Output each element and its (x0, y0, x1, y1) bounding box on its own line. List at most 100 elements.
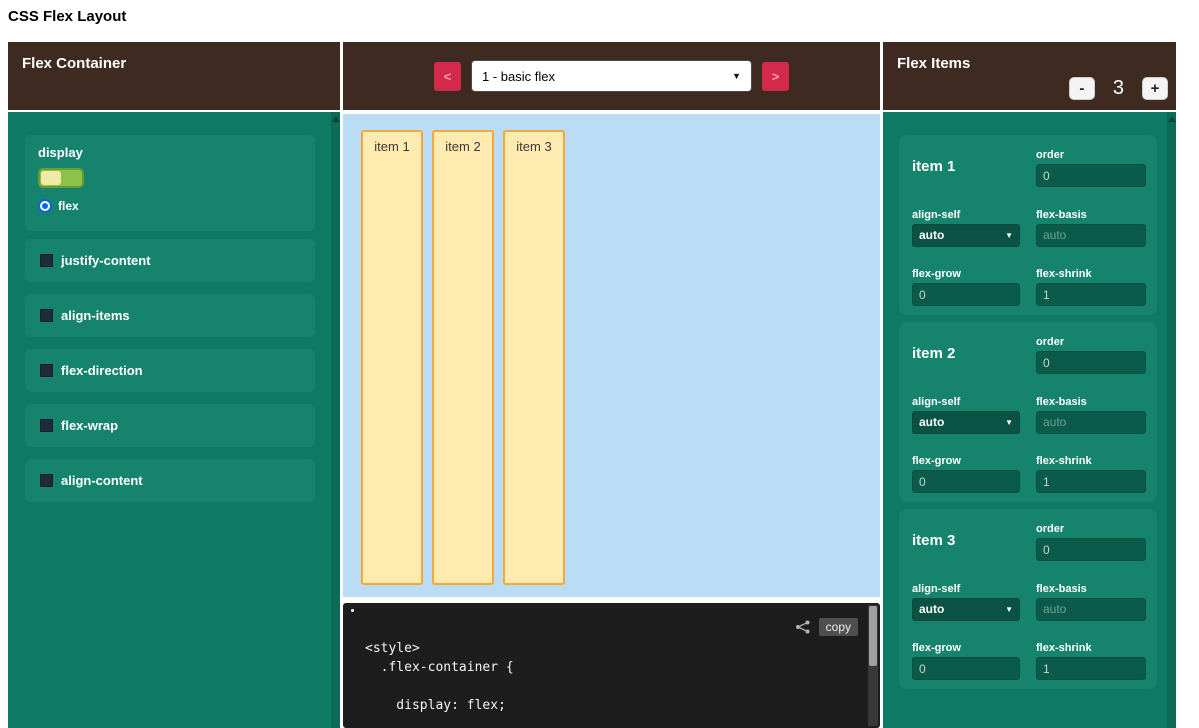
align-self-select[interactable]: auto ▼ (912, 598, 1020, 621)
item-title: item 3 (912, 532, 1020, 549)
flex-radio-label: flex (58, 199, 79, 213)
preview-item-3: item 3 (503, 130, 565, 585)
code-scrollbar-thumb[interactable] (869, 606, 877, 666)
property-label: flex-direction (61, 363, 143, 378)
order-label: order (1036, 336, 1146, 348)
align-self-select[interactable]: auto ▼ (912, 411, 1020, 434)
preview-item-2: item 2 (432, 130, 494, 585)
flex-shrink-input[interactable] (1036, 657, 1146, 680)
align-self-select[interactable]: auto ▼ (912, 224, 1020, 247)
flex-direction-checkbox[interactable] (40, 364, 53, 377)
flex-grow-field: flex-grow (912, 268, 1020, 315)
display-toggle[interactable] (38, 168, 84, 188)
align-items-checkbox[interactable] (40, 309, 53, 322)
flex-container-panel: Flex Container display flex justify-cont… (8, 42, 340, 728)
property-card-align-content: align-content (25, 459, 315, 502)
flex-basis-input[interactable] (1036, 224, 1146, 247)
order-field: order (1036, 523, 1146, 570)
code-block: <style> .flex-container { display: flex; (365, 639, 514, 715)
code-line: .flex-container { (365, 658, 514, 677)
example-nav-bar: < 1 - basic flex ▼ > (343, 42, 880, 110)
flex-basis-label: flex-basis (1036, 583, 1146, 595)
code-panel: copy <style> .flex-container { display: … (343, 603, 880, 728)
prev-example-button[interactable]: < (434, 62, 461, 91)
flex-grow-label: flex-grow (912, 642, 1020, 654)
flex-shrink-field: flex-shrink (1036, 642, 1146, 689)
remove-item-button[interactable]: - (1069, 77, 1095, 100)
align-self-label: align-self (912, 396, 1020, 408)
flex-items-panel: Flex Items - 3 + item 1 order align-self… (883, 42, 1176, 728)
flex-shrink-field: flex-shrink (1036, 455, 1146, 502)
order-field: order (1036, 149, 1146, 196)
next-example-button[interactable]: > (762, 62, 789, 91)
item-count: 3 (1113, 77, 1124, 100)
preview-item-1: item 1 (361, 130, 423, 585)
example-select[interactable]: 1 - basic flex ▼ (471, 60, 752, 92)
left-panel-scrollbar[interactable] (331, 112, 340, 728)
code-scrollbar[interactable] (868, 605, 878, 726)
display-label: display (38, 145, 302, 160)
share-icon[interactable] (795, 620, 811, 634)
flex-basis-input[interactable] (1036, 598, 1146, 621)
order-input[interactable] (1036, 164, 1146, 187)
item-title-cell: item 2 (912, 336, 1020, 383)
code-toolbar: copy (795, 618, 858, 636)
align-self-label: align-self (912, 209, 1020, 221)
flex-grow-input[interactable] (912, 657, 1020, 680)
scroll-up-icon[interactable] (1168, 116, 1176, 122)
order-field: order (1036, 336, 1146, 383)
add-item-button[interactable]: + (1142, 77, 1168, 100)
example-select-value: 1 - basic flex (482, 69, 555, 84)
right-panel-scrollbar[interactable] (1167, 112, 1176, 728)
code-line: <style> (365, 639, 514, 658)
flex-shrink-label: flex-shrink (1036, 642, 1146, 654)
chevron-down-icon: ▼ (732, 71, 741, 81)
flex-shrink-label: flex-shrink (1036, 455, 1146, 467)
chevron-down-icon: ▼ (1005, 231, 1013, 240)
flex-grow-input[interactable] (912, 283, 1020, 306)
flex-shrink-input[interactable] (1036, 283, 1146, 306)
flex-basis-input[interactable] (1036, 411, 1146, 434)
item-title-cell: item 3 (912, 523, 1020, 570)
code-line (365, 677, 514, 696)
property-label: justify-content (61, 253, 151, 268)
flex-container-header: Flex Container (8, 42, 340, 110)
flex-item-card-2: item 2 order align-self auto ▼ flex-basi… (899, 322, 1157, 502)
item-title-cell: item 1 (912, 149, 1020, 196)
property-card-flex-wrap: flex-wrap (25, 404, 315, 447)
order-label: order (1036, 149, 1146, 161)
order-input[interactable] (1036, 538, 1146, 561)
order-label: order (1036, 523, 1146, 535)
flex-shrink-label: flex-shrink (1036, 268, 1146, 280)
align-self-label: align-self (912, 583, 1020, 595)
order-input[interactable] (1036, 351, 1146, 374)
chevron-down-icon: ▼ (1005, 418, 1013, 427)
preview-column: < 1 - basic flex ▼ > item 1 item 2 item … (343, 42, 880, 728)
copy-button[interactable]: copy (819, 618, 858, 636)
flex-grow-label: flex-grow (912, 455, 1020, 467)
scroll-up-icon[interactable] (332, 116, 340, 122)
flex-wrap-checkbox[interactable] (40, 419, 53, 432)
code-line: display: flex; (365, 696, 514, 715)
flex-item-card-3: item 3 order align-self auto ▼ flex-basi… (899, 509, 1157, 689)
chevron-down-icon: ▼ (1005, 605, 1013, 614)
property-card-justify-content: justify-content (25, 239, 315, 282)
flex-basis-field: flex-basis (1036, 396, 1146, 443)
flex-radio[interactable] (38, 199, 52, 213)
property-label: flex-wrap (61, 418, 118, 433)
flex-basis-label: flex-basis (1036, 396, 1146, 408)
flex-preview-container: item 1 item 2 item 3 (343, 114, 880, 597)
justify-content-checkbox[interactable] (40, 254, 53, 267)
align-self-field: align-self auto ▼ (912, 209, 1020, 256)
align-content-checkbox[interactable] (40, 474, 53, 487)
align-self-value: auto (919, 602, 944, 616)
flex-grow-input[interactable] (912, 470, 1020, 493)
flex-shrink-input[interactable] (1036, 470, 1146, 493)
align-self-field: align-self auto ▼ (912, 396, 1020, 443)
flex-grow-field: flex-grow (912, 455, 1020, 502)
flex-radio-row: flex (38, 199, 302, 213)
flex-basis-field: flex-basis (1036, 583, 1146, 630)
flex-basis-label: flex-basis (1036, 209, 1146, 221)
align-self-field: align-self auto ▼ (912, 583, 1020, 630)
align-self-value: auto (919, 228, 944, 242)
